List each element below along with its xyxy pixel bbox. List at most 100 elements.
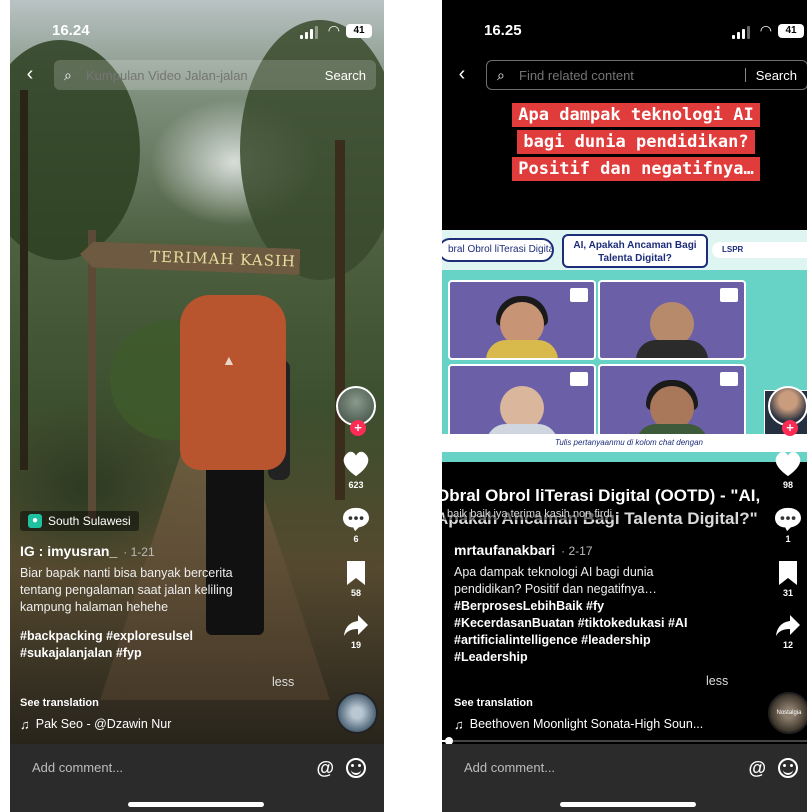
emoji-icon[interactable] [778,758,798,778]
share-arrow-icon[interactable] [343,614,369,638]
battery-icon: 41 [346,24,372,38]
status-time: 16.24 [52,22,90,39]
video-footer-text: Tulis pertanyaanmu di kolom chat dengan [442,434,807,452]
caption-description: Apa dampak teknologi AI bagi dunia pendi… [454,565,657,596]
search-button[interactable]: Search [315,68,376,83]
video-progress-bar[interactable] [442,737,807,745]
like-action[interactable]: 98 [766,450,807,490]
comment-bubble-icon[interactable] [342,506,370,532]
backpack [180,295,286,470]
back-chevron-icon[interactable]: ‹ [452,63,472,86]
home-indicator[interactable] [128,802,264,807]
wifi-icon: ◠ [759,22,772,38]
status-bar: 16.24 ◠ 41 [10,20,384,44]
comment-bubble-icon[interactable] [774,506,802,532]
search-icon: ⌕ [64,66,72,83]
music-disc[interactable]: Nostalgia [768,692,807,734]
comment-action[interactable]: 6 [334,506,378,544]
tile-badge [570,288,588,302]
creator-avatar[interactable]: + [768,386,807,436]
music-line[interactable]: ♫ Pak Seo - @Dzawin Nur [20,717,171,732]
music-note-icon: ♫ [20,717,30,732]
tile-badge [720,372,738,386]
video-headline: Apa dampak teknologi AI bagi dunia pendi… [504,102,768,183]
comment-input[interactable]: Add comment... [32,760,123,775]
share-count: 19 [350,640,361,650]
caption: mrtaufanakbari · 2-17 Apa dampak teknolo… [454,542,744,666]
save-action[interactable]: 31 [766,560,807,598]
music-title: Pak Seo - @Dzawin Nur [35,717,172,731]
post-date: · 2-17 [561,544,593,558]
wifi-icon: ◠ [327,22,340,38]
creator-avatar[interactable]: + [336,386,376,436]
video-left-pill: bral Obrol liTerasi Digital (OOTD) [442,238,554,262]
see-translation-link[interactable]: See translation [454,697,533,709]
save-count: 31 [782,588,793,598]
caption-description: Biar bapak nanti bisa banyak bercerita t… [20,566,233,614]
video-center-pill: AI, Apakah Ancaman Bagi Talenta Digital? [562,234,708,268]
speaker-body [636,340,708,358]
emoji-icon[interactable] [346,758,366,778]
sign-post [88,230,96,520]
comment-bar: Add comment... @ [442,744,807,796]
video-background[interactable]: TERIMAH KASIH ▲ [10,0,384,812]
search-row: ‹ ⌕ Search [10,60,384,90]
save-action[interactable]: 58 [334,560,378,598]
search-bar[interactable]: ⌕ Search [486,60,807,90]
like-count: 623 [348,480,364,490]
comment-input[interactable]: Add comment... [464,760,555,775]
heart-icon[interactable] [341,450,371,478]
video-tile [598,364,746,444]
foliage [240,20,384,280]
less-link[interactable]: less [706,674,728,688]
speaker-body [486,340,558,358]
location-badge[interactable]: ● South Sulawesi [20,511,139,531]
follow-plus-icon[interactable]: + [350,420,366,436]
see-translation-link[interactable]: See translation [20,697,99,709]
caption-hashtags[interactable]: #backpacking #exploresulsel #sukajalanja… [20,628,310,662]
location-label: South Sulawesi [48,514,131,528]
comment-count: 1 [785,534,791,544]
video-frame[interactable]: bral Obrol liTerasi Digital (OOTD) AI, A… [442,230,807,462]
search-icon: ⌕ [497,66,505,83]
signal-icon [732,26,750,39]
search-input[interactable] [515,67,745,83]
author-line: IG : imyusran_ · 1-21 [20,543,310,559]
video-tile [448,280,596,360]
author-name[interactable]: mrtaufanakbari [454,542,555,558]
music-disc[interactable] [336,692,378,734]
heart-icon[interactable] [773,450,803,478]
share-action[interactable]: 19 [334,614,378,650]
follow-plus-icon[interactable]: + [782,420,798,436]
comment-bar: Add comment... @ [10,744,384,796]
share-count: 12 [782,640,793,650]
status-bar: 16.25 ◠ 41 [442,20,807,44]
bookmark-icon[interactable] [346,560,366,586]
like-count: 98 [782,480,793,490]
signal-icon [300,26,318,39]
caption-overlay-line1: Obral Obrol liTerasi Digital (OOTD) - "A… [442,486,761,505]
author-name[interactable]: IG : imyusran_ [20,543,117,559]
back-chevron-icon[interactable]: ‹ [20,63,40,86]
search-button[interactable]: Search [746,68,807,83]
comment-action[interactable]: 1 [766,506,807,544]
like-action[interactable]: 623 [334,450,378,490]
video-caption-overlay: Obral Obrol liTerasi Digital (OOTD) - "A… [442,484,807,530]
partner-logos: LSPR [712,242,807,258]
less-link[interactable]: less [272,675,294,689]
search-bar[interactable]: ⌕ Search [54,60,376,90]
bookmark-icon[interactable] [778,560,798,586]
music-note-icon: ♫ [454,717,464,732]
save-count: 58 [350,588,361,598]
search-input[interactable] [82,67,315,83]
home-indicator[interactable] [560,802,696,807]
tile-badge [570,372,588,386]
caption: ● South Sulawesi IG : imyusran_ · 1-21 B… [20,510,310,662]
action-rail: + 623 6 58 19 [334,386,378,650]
caption-hashtags[interactable]: #BerprosesLebihBaik #fy #KecerdasanBuata… [454,598,744,666]
at-sign-icon[interactable]: @ [316,758,334,779]
share-arrow-icon[interactable] [775,614,801,638]
share-action[interactable]: 12 [766,614,807,650]
music-line[interactable]: ♫ Beethoven Moonlight Sonata-High Soun..… [454,717,703,732]
at-sign-icon[interactable]: @ [748,758,766,779]
